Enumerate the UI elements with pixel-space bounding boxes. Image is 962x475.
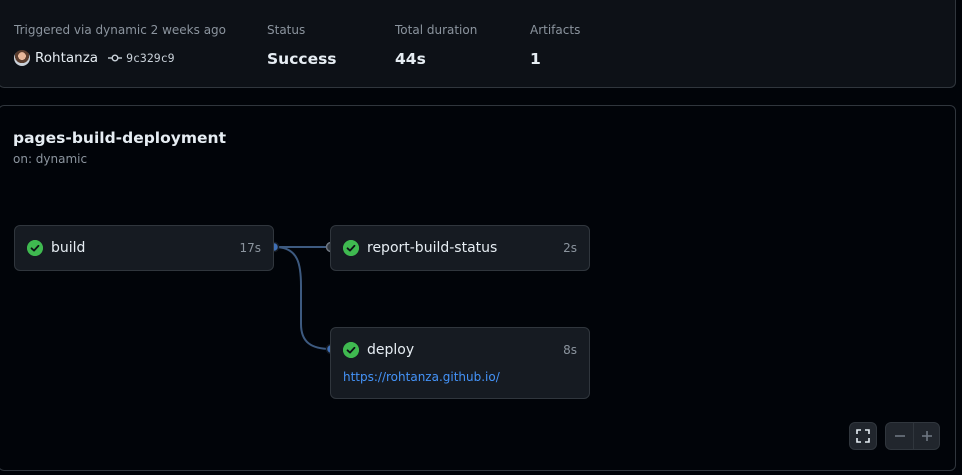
fullscreen-icon — [856, 429, 870, 443]
avatar[interactable] — [14, 50, 30, 66]
job-duration: 2s — [563, 241, 577, 255]
minus-icon — [894, 435, 905, 437]
status-label: Status — [267, 23, 306, 37]
plus-icon — [921, 431, 932, 441]
connector-build-deploy — [274, 246, 332, 350]
trigger-label: Triggered via dynamic 2 weeks ago — [14, 23, 227, 37]
job-duration: 8s — [563, 343, 577, 357]
git-commit-icon — [108, 54, 123, 62]
workflow-graph-panel: pages-build-deployment on: dynamic build… — [0, 105, 956, 471]
artifacts-label: Artifacts — [530, 23, 581, 37]
job-report-build-status[interactable]: report-build-status 2s — [330, 225, 590, 271]
duration-info: Total duration 44s — [395, 23, 477, 69]
status-info: Status Success — [267, 23, 337, 69]
job-name: report-build-status — [367, 240, 498, 256]
job-connectors — [268, 241, 337, 355]
job-name: build — [51, 240, 86, 256]
deploy-url-link[interactable]: https://rohtanza.github.io/ — [343, 370, 500, 384]
status-value: Success — [267, 50, 337, 68]
duration-label: Total duration — [395, 23, 478, 37]
job-deploy[interactable]: deploy 8s https://rohtanza.github.io/ — [330, 327, 590, 399]
zoom-out-button[interactable] — [886, 423, 914, 449]
artifacts-value[interactable]: 1 — [530, 49, 580, 69]
commit-sha-link[interactable]: 9c329c9 — [126, 51, 174, 65]
success-check-icon — [343, 240, 359, 256]
job-name: deploy — [367, 342, 415, 358]
success-check-icon — [27, 240, 43, 256]
run-summary-panel: Triggered via dynamic 2 weeks ago Rohtan… — [0, 0, 956, 88]
duration-value: 44s — [395, 50, 426, 68]
zoom-in-button[interactable] — [913, 423, 940, 449]
job-build[interactable]: build 17s — [14, 225, 274, 271]
artifacts-info: Artifacts 1 — [530, 23, 580, 69]
success-check-icon — [343, 342, 359, 358]
fullscreen-button[interactable] — [849, 422, 877, 450]
zoom-controls — [885, 422, 940, 450]
user-link[interactable]: Rohtanza — [35, 50, 98, 66]
job-duration: 17s — [239, 241, 261, 255]
trigger-info: Triggered via dynamic 2 weeks ago Rohtan… — [14, 23, 226, 68]
